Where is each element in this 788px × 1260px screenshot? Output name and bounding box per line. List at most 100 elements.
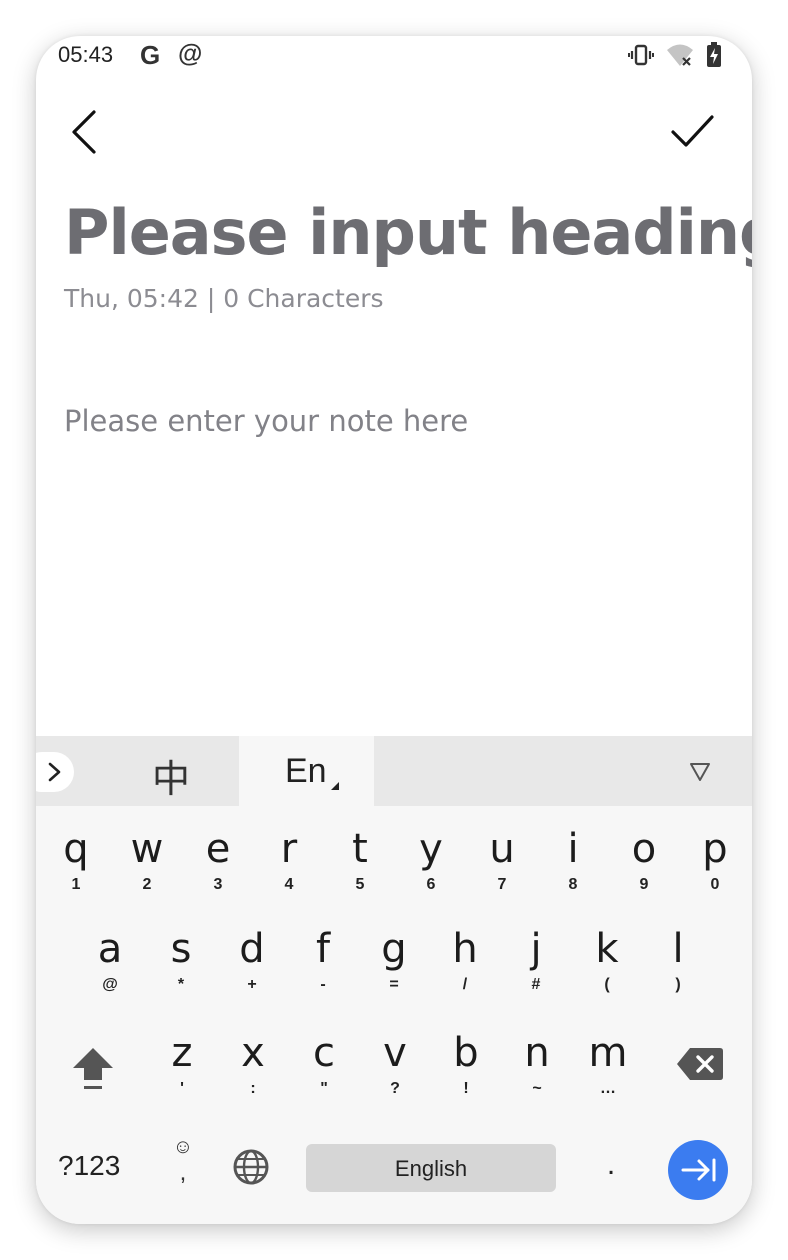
back-button[interactable] xyxy=(60,104,108,160)
key-letter: s xyxy=(170,926,192,972)
key-hint: 2 xyxy=(142,876,152,893)
key-c[interactable]: c " xyxy=(294,1030,354,1098)
emoji-comma-key[interactable]: ☺ , xyxy=(170,1136,196,1186)
chevron-right-icon xyxy=(48,762,61,782)
key-letter: l xyxy=(672,926,684,972)
key-hint: = xyxy=(389,976,399,993)
key-q[interactable]: q1 xyxy=(46,826,106,894)
key-l[interactable]: l) xyxy=(648,926,708,994)
key-hint: 7 xyxy=(497,876,507,893)
key-p[interactable]: p0 xyxy=(685,826,745,894)
key-d[interactable]: d + xyxy=(222,926,282,994)
key-letter: i xyxy=(567,826,579,872)
key-u[interactable]: u7 xyxy=(472,826,532,894)
period-key[interactable]: . xyxy=(596,1148,626,1182)
key-letter: k xyxy=(595,926,619,972)
tab-arrow-icon xyxy=(681,1158,716,1182)
battery-charging-icon xyxy=(707,42,721,67)
key-letter: w xyxy=(130,826,164,872)
smiley-icon: ☺ xyxy=(172,1136,194,1158)
key-letter: e xyxy=(205,826,231,872)
shift-key[interactable] xyxy=(68,1044,118,1094)
status-bar: 05:43 G @ xyxy=(36,36,752,76)
status-time: 05:43 xyxy=(58,42,114,67)
status-icons xyxy=(628,42,738,70)
key-letter: b xyxy=(453,1030,479,1076)
key-letter: g xyxy=(381,926,407,972)
numbers-key[interactable]: ?123 xyxy=(58,1150,120,1182)
vibrate-icon xyxy=(628,44,654,66)
key-letter: a xyxy=(97,926,123,972)
key-e[interactable]: e3 xyxy=(188,826,248,894)
language-switch-key[interactable] xyxy=(232,1148,270,1186)
key-n[interactable]: n ~ xyxy=(507,1030,567,1098)
shift-arrow-icon xyxy=(73,1048,113,1089)
key-t[interactable]: t5 xyxy=(330,826,390,894)
key-hint: 3 xyxy=(213,876,223,893)
key-g[interactable]: g = xyxy=(364,926,424,994)
key-hint: ? xyxy=(390,1080,400,1097)
key-letter: n xyxy=(524,1030,550,1076)
key-hint: # xyxy=(531,976,541,993)
key-x[interactable]: x: xyxy=(223,1030,283,1098)
key-letter: d xyxy=(239,926,265,972)
triangle-down-icon xyxy=(690,763,710,781)
hide-keyboard-button[interactable] xyxy=(680,756,720,788)
key-hint: + xyxy=(247,976,257,993)
save-note-button[interactable] xyxy=(664,108,720,156)
key-hint: 9 xyxy=(639,876,649,893)
note-body-input[interactable]: Please enter your note here xyxy=(64,404,468,438)
enter-key[interactable] xyxy=(668,1140,728,1200)
space-bar[interactable]: English xyxy=(306,1144,556,1192)
key-v[interactable]: v? xyxy=(365,1030,425,1098)
key-j[interactable]: j # xyxy=(506,926,566,994)
globe-icon xyxy=(233,1149,269,1185)
key-hint: - xyxy=(320,976,326,993)
tab-english[interactable]: En xyxy=(239,736,374,806)
key-letter: x xyxy=(241,1030,265,1076)
key-hint: ' xyxy=(180,1080,184,1097)
key-letter: v xyxy=(383,1030,407,1076)
note-meta: Thu, 05:42 | 0 Characters xyxy=(64,284,384,313)
space-bar-label: English xyxy=(394,1156,468,1181)
key-letter: j xyxy=(530,926,542,972)
comma-label: , xyxy=(179,1159,187,1186)
key-hint: 6 xyxy=(426,876,436,893)
key-hint: 8 xyxy=(568,876,578,893)
google-g-icon: G xyxy=(140,40,161,70)
key-letter: m xyxy=(588,1030,628,1076)
key-r[interactable]: r4 xyxy=(259,826,319,894)
key-s[interactable]: s * xyxy=(151,926,211,994)
tab-english-label: En xyxy=(285,752,327,790)
key-hint: 5 xyxy=(355,876,365,893)
tab-chinese[interactable]: 中 xyxy=(130,748,212,803)
key-f[interactable]: f- xyxy=(293,926,353,994)
key-m[interactable]: m… xyxy=(578,1030,638,1098)
key-w[interactable]: w2 xyxy=(117,826,177,894)
checkmark-icon xyxy=(671,115,714,147)
key-h[interactable]: h / xyxy=(435,926,495,994)
backspace-key[interactable] xyxy=(676,1046,724,1082)
key-a[interactable]: a @ xyxy=(80,926,140,994)
key-z[interactable]: z ' xyxy=(152,1030,212,1098)
keyboard-toolbar: 中 En xyxy=(36,736,752,806)
key-letter: r xyxy=(280,826,298,872)
backspace-icon xyxy=(677,1048,723,1080)
heading-input[interactable]: Please input heading xyxy=(64,196,752,269)
expand-toolbar-button[interactable] xyxy=(36,752,74,792)
key-hint: 0 xyxy=(710,876,720,893)
phone-screen: 05:43 G @ Please input heading Thu, 05:4… xyxy=(36,36,752,1224)
key-letter: t xyxy=(352,826,368,872)
key-o[interactable]: o9 xyxy=(614,826,674,894)
wifi-off-icon xyxy=(667,44,693,66)
key-i[interactable]: i8 xyxy=(543,826,603,894)
key-b[interactable]: b! xyxy=(436,1030,496,1098)
corner-triangle-icon xyxy=(331,782,339,790)
key-hint: ) xyxy=(675,976,681,993)
key-letter: z xyxy=(171,1030,193,1076)
key-hint: : xyxy=(250,1080,256,1097)
key-y[interactable]: y6 xyxy=(401,826,461,894)
key-k[interactable]: k( xyxy=(577,926,637,994)
key-letter: y xyxy=(419,826,443,872)
key-letter: f xyxy=(315,926,331,972)
